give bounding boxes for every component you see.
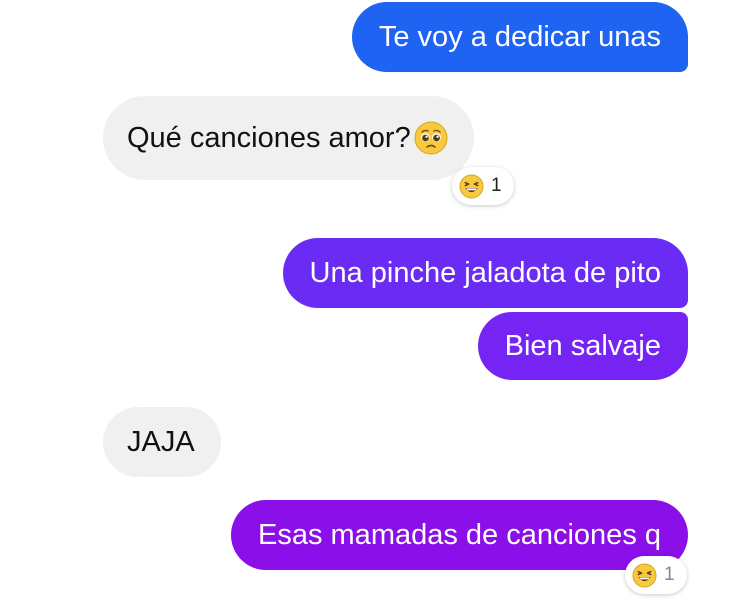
message-reaction[interactable]: 1: [625, 556, 687, 594]
received-message-bubble[interactable]: JAJA: [103, 407, 221, 477]
reaction-count: 1: [664, 564, 675, 585]
chat-screen: Te voy a dedicar unas Qué canciones amor…: [0, 0, 735, 600]
message-text: Una pinche jaladota de pito: [309, 256, 661, 289]
reaction-count: 1: [491, 175, 502, 196]
message-reaction[interactable]: 1: [452, 167, 514, 205]
message-text: Esas mamadas de canciones q: [258, 518, 661, 551]
sent-message-bubble[interactable]: Bien salvaje: [477, 312, 688, 380]
received-message-bubble[interactable]: Qué canciones amor?: [103, 96, 474, 180]
sent-message-bubble[interactable]: Una pinche jaladota de pito: [282, 238, 688, 308]
sent-message-bubble[interactable]: Te voy a dedicar unas: [351, 2, 688, 72]
message-text: Qué canciones amor?: [127, 121, 411, 154]
message-text: JAJA: [127, 425, 195, 458]
message-text: Te voy a dedicar unas: [378, 20, 661, 53]
sent-message-bubble[interactable]: Esas mamadas de canciones q: [231, 500, 688, 570]
message-text: Bien salvaje: [504, 329, 661, 362]
grinning-squinting-face-icon: [459, 173, 484, 199]
grinning-squinting-face-icon: [632, 562, 657, 588]
pleading-face-icon: [414, 121, 448, 155]
